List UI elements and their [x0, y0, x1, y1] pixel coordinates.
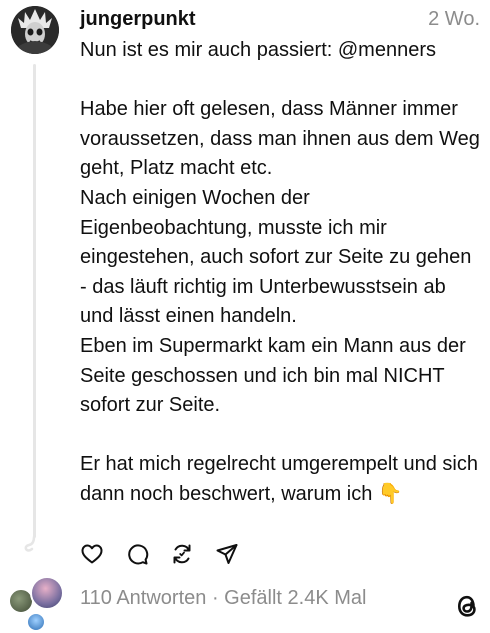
comment-icon	[128, 544, 149, 565]
thread-curl-icon	[24, 536, 36, 552]
repost-icon	[173, 544, 191, 564]
reply-avatar	[26, 612, 46, 632]
thread-line	[33, 64, 36, 538]
heart-icon	[81, 544, 103, 564]
action-bar	[79, 541, 259, 567]
reply-avatar	[30, 576, 64, 610]
reply-button[interactable]	[124, 541, 150, 567]
reply-avatars[interactable]	[8, 576, 68, 632]
share-button[interactable]	[214, 541, 240, 567]
avatar-image	[11, 6, 59, 54]
send-icon	[216, 544, 238, 564]
author-avatar[interactable]	[11, 6, 59, 54]
post-timestamp: 2 Wo.	[428, 8, 480, 30]
post-stats[interactable]: 110 Antworten · Gefällt 2.4K Mal	[80, 586, 366, 610]
username[interactable]: jungerpunkt	[80, 7, 196, 31]
post-text: Nun ist es mir auch passiert: @menners H…	[80, 39, 480, 505]
like-button[interactable]	[79, 541, 105, 567]
threads-logo-icon	[454, 591, 480, 621]
repost-button[interactable]	[169, 541, 195, 567]
